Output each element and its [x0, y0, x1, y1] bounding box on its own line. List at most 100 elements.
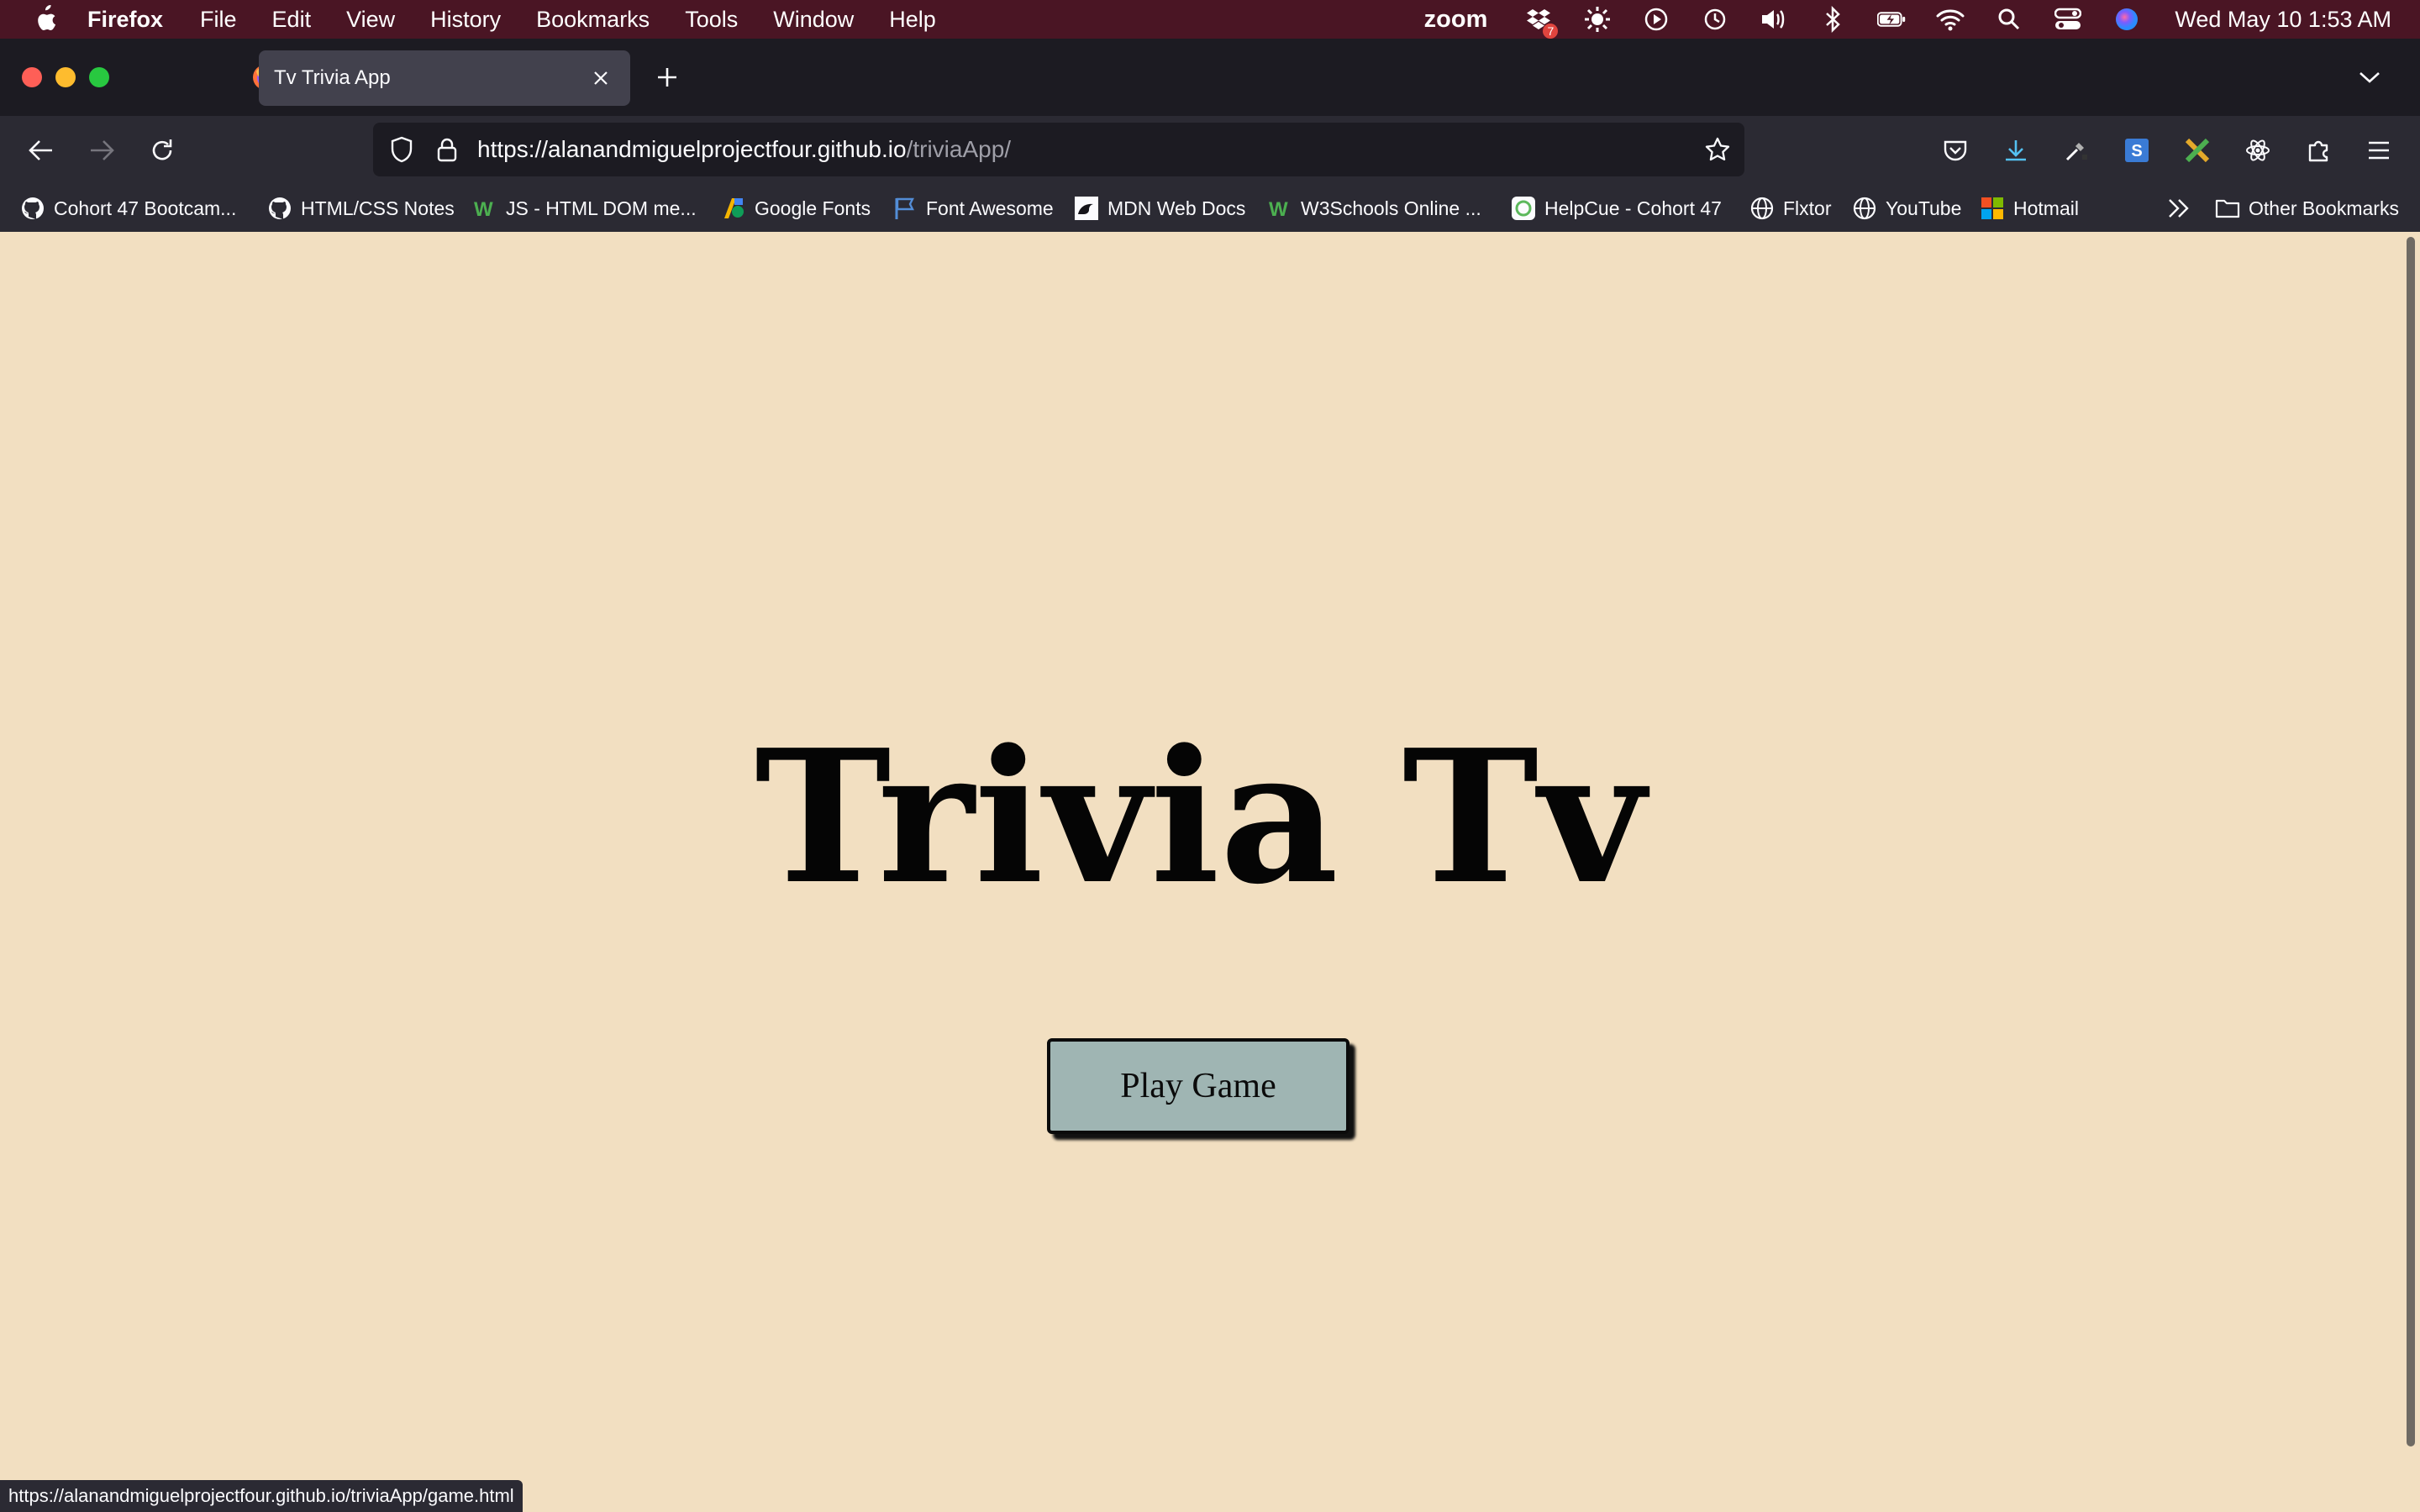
- bookmark-item[interactable]: Font Awesome: [892, 193, 1054, 223]
- extensions-puzzle-icon[interactable]: [2301, 133, 2336, 168]
- bookmark-label: JS - HTML DOM me...: [506, 197, 697, 219]
- bookmark-item[interactable]: W W3Schools Online ...: [1267, 193, 1481, 223]
- bookmark-item[interactable]: YouTube: [1852, 193, 1961, 223]
- new-tab-icon[interactable]: [652, 62, 682, 92]
- fullscreen-window-button[interactable]: [89, 67, 109, 87]
- link-status-tooltip: https://alanandmiguelprojectfour.github.…: [0, 1480, 523, 1512]
- menubar-clock[interactable]: Wed May 10 1:53 AM: [2175, 7, 2391, 33]
- play-circle-icon[interactable]: [1642, 5, 1670, 34]
- address-bar[interactable]: https://alanandmiguelprojectfour.github.…: [373, 123, 1744, 176]
- svg-text:W: W: [474, 198, 493, 219]
- bookmark-label: YouTube: [1886, 197, 1962, 219]
- menu-bookmarks[interactable]: Bookmarks: [536, 7, 650, 33]
- zoom-status-item[interactable]: zoom: [1424, 6, 1488, 34]
- bookmark-label: Cohort 47 Bootcam...: [54, 197, 237, 219]
- bookmark-label: HelpCue - Cohort 47: [1544, 197, 1722, 219]
- bookmarks-toolbar: Cohort 47 Bootcam... HTML/CSS Notes W JS…: [0, 185, 2420, 232]
- other-bookmarks-label: Other Bookmarks: [2249, 197, 2399, 219]
- tab-strip: Tv Trivia App: [0, 39, 2420, 116]
- downloads-icon[interactable]: [1998, 133, 2033, 168]
- color-picker-extension-icon[interactable]: [2059, 133, 2094, 168]
- bookmark-label: Hotmail: [2013, 197, 2079, 219]
- bookmark-label: Font Awesome: [926, 197, 1054, 219]
- globe-icon: [1852, 196, 1877, 221]
- menu-help[interactable]: Help: [889, 7, 936, 33]
- url-text[interactable]: https://alanandmiguelprojectfour.github.…: [477, 136, 1011, 163]
- react-devtools-icon[interactable]: [2240, 133, 2275, 168]
- tracking-protection-shield-icon[interactable]: [387, 134, 417, 165]
- navigation-toolbar: https://alanandmiguelprojectfour.github.…: [0, 116, 2420, 185]
- bookmark-star-icon[interactable]: [1702, 134, 1733, 165]
- bookmark-label: MDN Web Docs: [1107, 197, 1246, 219]
- menu-tools[interactable]: Tools: [685, 7, 738, 33]
- tab-active[interactable]: Tv Trivia App: [259, 50, 630, 106]
- page-title: Trivia Tv: [755, 710, 1645, 925]
- bookmark-item[interactable]: HTML/CSS Notes: [267, 193, 455, 223]
- list-all-tabs-chevron-icon[interactable]: [2354, 62, 2385, 92]
- menu-file[interactable]: File: [200, 7, 237, 33]
- globe-icon: [1749, 196, 1775, 221]
- spotlight-search-icon[interactable]: [1995, 5, 2023, 34]
- scrollbar-thumb[interactable]: [2407, 237, 2415, 1446]
- s-extension-icon[interactable]: S: [2119, 133, 2154, 168]
- bookmark-item[interactable]: Flxtor: [1749, 193, 1832, 223]
- dropbox-icon[interactable]: 7: [1524, 5, 1559, 39]
- bookmark-item[interactable]: Google Fonts: [721, 193, 871, 223]
- forward-arrow-icon[interactable]: [84, 133, 119, 168]
- macos-menubar: Firefox File Edit View History Bookmarks…: [0, 0, 2420, 39]
- microsoft-icon: [1980, 196, 2005, 221]
- brightness-icon[interactable]: [1583, 5, 1612, 34]
- folder-icon: [2215, 196, 2240, 221]
- svg-text:S: S: [2131, 142, 2142, 160]
- window-controls: [22, 67, 123, 87]
- bookmark-item[interactable]: Hotmail: [1980, 193, 2079, 223]
- menu-edit[interactable]: Edit: [272, 7, 312, 33]
- notification-badge: 7: [1543, 24, 1559, 39]
- w3schools-icon: W: [472, 196, 497, 221]
- control-center-icon[interactable]: [2054, 5, 2082, 34]
- minimize-window-button[interactable]: [55, 67, 76, 87]
- bookmark-label: Flxtor: [1783, 197, 1832, 219]
- status-area: zoom 7 Wed May 10 1:53 AM: [1424, 0, 2420, 39]
- wifi-icon[interactable]: [1936, 5, 1965, 34]
- hamburger-menu-icon[interactable]: [2361, 133, 2396, 168]
- helpcue-icon: [1511, 196, 1536, 221]
- bookmark-label: HTML/CSS Notes: [301, 197, 455, 219]
- url-host: https://alanandmiguelprojectfour.github.…: [477, 136, 907, 162]
- bookmark-item[interactable]: Cohort 47 Bootcam...: [20, 193, 236, 223]
- apple-menu-icon[interactable]: [30, 5, 59, 34]
- bookmark-item[interactable]: HelpCue - Cohort 47: [1511, 193, 1722, 223]
- menu-view[interactable]: View: [346, 7, 395, 33]
- url-path: /triviaApp/: [906, 136, 1012, 162]
- github-icon: [20, 196, 45, 221]
- bookmark-item[interactable]: MDN Web Docs: [1074, 193, 1245, 223]
- lock-icon[interactable]: [432, 134, 462, 165]
- pocket-icon[interactable]: [1938, 133, 1973, 168]
- mdn-icon: [1074, 196, 1099, 221]
- close-tab-icon[interactable]: [588, 66, 613, 91]
- bookmark-label: W3Schools Online ...: [1301, 197, 1481, 219]
- tab-title: Tv Trivia App: [274, 66, 391, 89]
- google-fonts-icon: [721, 196, 746, 221]
- play-game-button[interactable]: Play Game: [1047, 1038, 1349, 1134]
- more-bookmarks-chevron-icon[interactable]: [2166, 193, 2191, 223]
- other-bookmarks-folder[interactable]: Other Bookmarks: [2215, 193, 2399, 223]
- cross-tools-extension-icon[interactable]: [2180, 133, 2215, 168]
- reload-icon[interactable]: [145, 133, 180, 168]
- siri-icon[interactable]: [2112, 5, 2141, 34]
- close-window-button[interactable]: [22, 67, 42, 87]
- page-content: Trivia Tv Play Game: [0, 232, 2400, 1512]
- menu-app-name[interactable]: Firefox: [87, 7, 163, 33]
- svg-text:W: W: [1269, 198, 1288, 219]
- w3schools-icon: W: [1267, 196, 1292, 221]
- menu-history[interactable]: History: [430, 7, 501, 33]
- menu-window[interactable]: Window: [773, 7, 854, 33]
- github-icon: [267, 196, 292, 221]
- font-awesome-flag-icon: [892, 196, 918, 221]
- volume-icon[interactable]: [1760, 5, 1788, 34]
- back-arrow-icon[interactable]: [24, 133, 59, 168]
- battery-icon[interactable]: [1877, 5, 1906, 34]
- bookmark-item[interactable]: W JS - HTML DOM me...: [472, 193, 697, 223]
- time-machine-icon[interactable]: [1701, 5, 1729, 34]
- bluetooth-icon[interactable]: [1818, 5, 1847, 34]
